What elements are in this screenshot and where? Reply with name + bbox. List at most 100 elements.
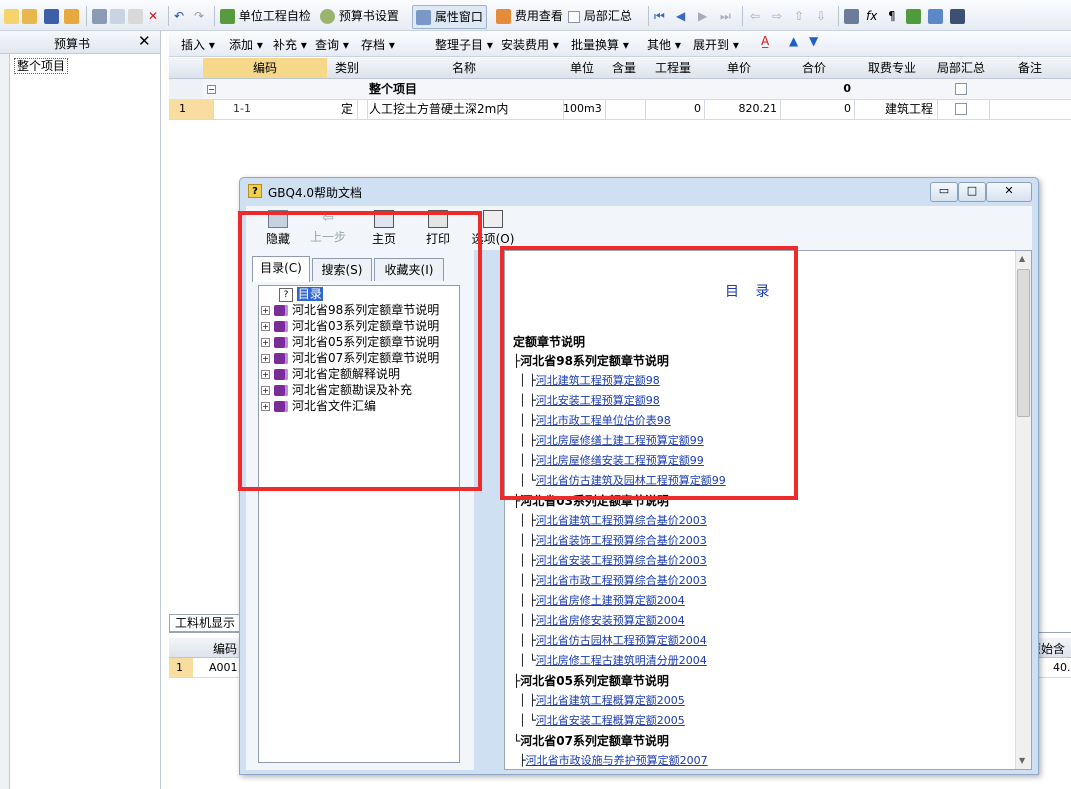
content-link-row[interactable]: │ ├河北省房修安装预算定额2004 [519,612,685,630]
save-all-icon[interactable] [64,5,79,27]
col-header-summary[interactable]: 局部汇总 [933,58,990,79]
content-link[interactable]: 河北省装饰工程预算综合基价2003 [536,534,707,547]
content-link-row[interactable]: │ └河北省安装工程概算定额2005 [519,712,685,730]
content-link[interactable]: 河北省房修安装预算定额2004 [536,614,685,627]
row-summary-check[interactable] [933,99,990,120]
toolbar2-item[interactable]: 展开到 ▾ [693,36,739,53]
first-icon[interactable]: ⏮ [654,5,665,27]
toolbar2-item[interactable]: 安装费用 ▾ [501,36,559,53]
col-header-price[interactable]: 单价 [701,58,778,79]
col-header-quantity[interactable]: 工程量 [645,58,702,79]
fee-view-button[interactable]: 费用查看 [496,5,563,27]
row-name[interactable]: 人工挖土方普硬土深2m内 [367,99,564,120]
row-type[interactable]: 定 [327,99,368,120]
content-link-row[interactable]: │ ├河北省市政工程预算综合基价2003 [519,572,707,590]
undo-icon[interactable]: ↶ [174,5,184,27]
close-window-button[interactable]: ✕ [986,182,1032,202]
calculator-icon[interactable] [844,5,859,27]
scroll-down-icon[interactable]: ▼ [1019,756,1025,765]
col-header-type[interactable]: 类别 [327,58,368,79]
row-total[interactable]: 0 [777,99,855,120]
toolbar2-item[interactable]: 补充 ▾ [273,36,307,53]
row-price[interactable]: 820.21 [701,99,781,120]
col-header-unit[interactable]: 单位 [561,58,604,79]
tab-material-display[interactable]: 工料机显示 [169,614,241,632]
content-scrollbar[interactable]: ▲ ▼ [1015,251,1031,769]
content-link[interactable]: 河北省市政工程预算综合基价2003 [536,574,707,587]
col-header-code[interactable]: 编码 [203,58,328,79]
col-header-name[interactable]: 名称 [367,58,562,79]
self-check-label: 单位工程自检 [238,9,311,23]
maximize-button[interactable]: □ [958,182,986,202]
arrow-up-icon[interactable]: ⇧ [794,5,804,27]
content-link[interactable]: 河北省安装工程预算综合基价2003 [536,554,707,567]
partial-summary-button[interactable]: 局部汇总 [568,5,632,27]
content-link-row[interactable]: │ └河北房修工程古建筑明清分册2004 [519,652,707,670]
cut-icon[interactable] [92,5,107,27]
row-unit[interactable]: 100m3 [561,99,606,120]
budget-settings-button[interactable]: 预算书设置 [320,5,399,27]
content-link-row[interactable]: │ ├河北省安装工程预算综合基价2003 [519,552,707,570]
content-link[interactable]: 河北房修工程古建筑明清分册2004 [536,654,707,667]
new-icon[interactable] [4,5,19,27]
font-color-icon[interactable]: A̲ [761,34,769,48]
toolbar2-item[interactable]: 整理子目 ▾ [435,36,493,53]
row-fee[interactable]: 建筑工程 [851,99,938,120]
summary-row-check[interactable] [933,79,990,100]
image-icon[interactable] [928,5,943,27]
copy-icon[interactable] [110,5,125,27]
cube-icon[interactable] [906,5,921,27]
content-link-row[interactable]: │ ├河北省仿古园林工程预算定额2004 [519,632,707,650]
help-window-titlebar[interactable]: ? GBQ4.0帮助文档 ▭ □ ✕ [240,178,1038,205]
content-link[interactable]: 河北省市政设施与养护预算定额2007 [526,754,708,767]
open-icon[interactable] [22,5,37,27]
self-check-button[interactable]: 单位工程自检 [220,5,311,27]
delete-icon[interactable]: ✕ [148,5,158,27]
bottom-col-code[interactable]: 编码 [213,640,237,657]
content-link[interactable]: 河北省仿古园林工程预算定额2004 [536,634,707,647]
save-icon[interactable] [44,5,59,27]
row-qty[interactable]: 0 [645,99,705,120]
content-link[interactable]: 河北省房修土建预算定额2004 [536,594,685,607]
col-header-note[interactable]: 备注 [989,58,1071,79]
content-link-row[interactable]: │ ├河北省建筑工程概算定额2005 [519,692,685,710]
row-content[interactable] [603,99,646,120]
paragraph-icon[interactable]: ¶ [888,5,896,27]
close-icon[interactable]: ✕ [138,32,151,50]
formula-icon[interactable]: fx [866,5,877,27]
grid-icon[interactable] [950,5,965,27]
content-link-row[interactable]: │ ├河北省建筑工程预算综合基价2003 [519,512,707,530]
scroll-up-icon[interactable]: ▲ [1019,254,1025,263]
toolbar2-item[interactable]: 其他 ▾ [647,36,681,53]
content-link[interactable]: 河北省建筑工程概算定额2005 [536,694,685,707]
col-header-content[interactable]: 含量 [603,58,646,79]
redo-icon[interactable]: ↷ [194,5,204,27]
col-header-total[interactable]: 合价 [777,58,852,79]
toolbar2-item[interactable]: 查询 ▾ [315,36,349,53]
row-note[interactable] [989,99,1071,120]
property-window-button[interactable]: 属性窗口 [412,5,487,29]
partial-summary-checkbox[interactable] [568,10,580,23]
toolbar2-item[interactable]: 批量换算 ▾ [571,36,629,53]
prev-icon[interactable]: ◀ [676,5,685,27]
arrow-right-icon[interactable]: ⇨ [772,5,782,27]
paste-icon[interactable] [128,5,143,27]
next-icon[interactable]: ▶ [698,5,707,27]
content-link[interactable]: 河北省安装工程概算定额2005 [536,714,685,727]
col-header-fee[interactable]: 取费专业 [851,58,934,79]
content-link-row[interactable]: │ ├河北省装饰工程预算综合基价2003 [519,532,707,550]
move-up-icon[interactable]: ▲ [789,34,798,48]
tree-item-project[interactable]: 整个项目 [14,58,69,74]
move-down-icon[interactable]: ▼ [809,34,818,48]
toolbar2-item[interactable]: 存档 ▾ [361,36,395,53]
toolbar2-item[interactable]: 插入 ▾ [181,36,215,53]
minimize-button[interactable]: ▭ [930,182,958,202]
toolbar2-item[interactable]: 添加 ▾ [229,36,263,53]
arrow-down-icon[interactable]: ⇩ [816,5,826,27]
arrow-left-icon[interactable]: ⇦ [750,5,760,27]
content-link-row[interactable]: │ ├河北省房修土建预算定额2004 [519,592,685,610]
content-link[interactable]: 河北省建筑工程预算综合基价2003 [536,514,707,527]
content-link-row[interactable]: ├河北省市政设施与养护预算定额2007 [519,752,708,770]
scrollbar-thumb[interactable] [1017,269,1030,417]
last-icon[interactable]: ⏭ [720,5,731,27]
